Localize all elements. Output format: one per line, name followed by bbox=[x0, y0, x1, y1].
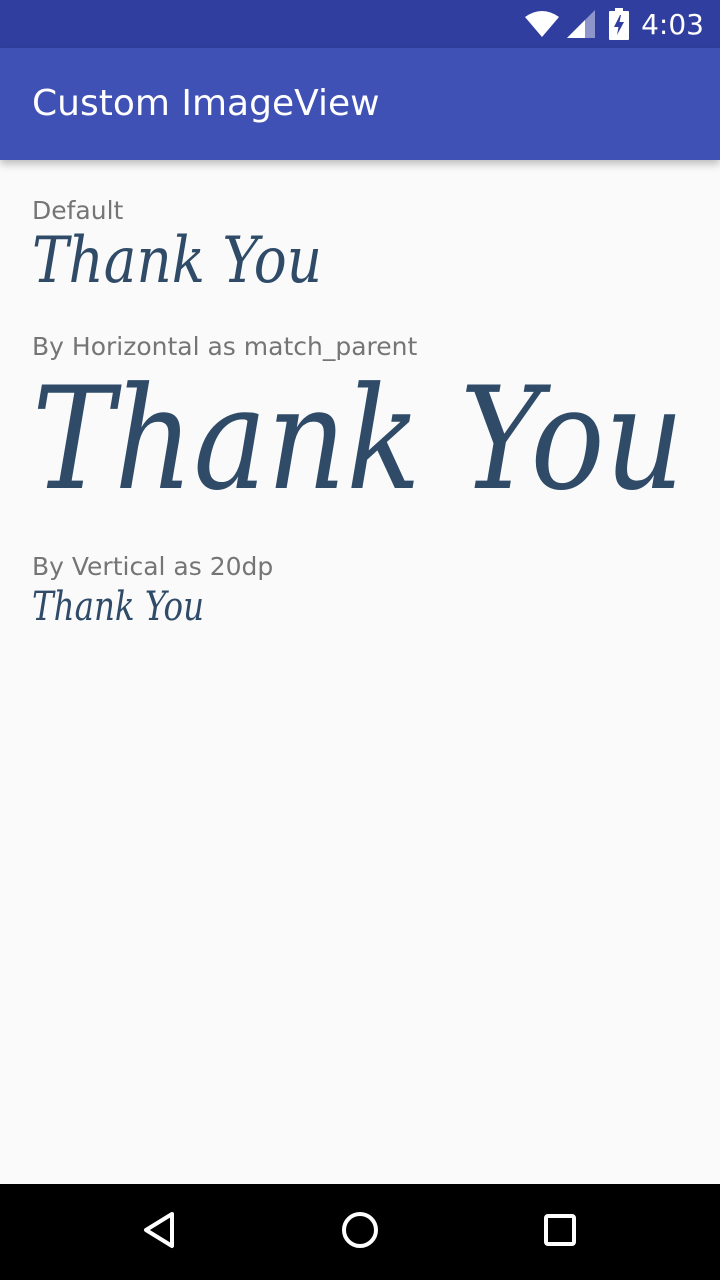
section-label-default: Default bbox=[32, 196, 124, 225]
status-icons: 4:03 bbox=[525, 0, 704, 48]
thank-you-image-horizontal: Thank You bbox=[32, 360, 684, 520]
app-title: Custom ImageView bbox=[32, 83, 380, 124]
recents-button[interactable] bbox=[536, 1208, 584, 1256]
navigation-bar bbox=[0, 1184, 720, 1280]
thank-you-image-vertical: Thank You bbox=[32, 584, 204, 630]
home-button[interactable] bbox=[336, 1208, 384, 1256]
thank-you-image-default: Thank You bbox=[32, 226, 322, 298]
svg-text:Thank You: Thank You bbox=[32, 226, 322, 298]
cellular-signal-icon bbox=[567, 10, 596, 38]
battery-charging-icon bbox=[609, 8, 630, 40]
section-label-horizontal: By Horizontal as match_parent bbox=[32, 332, 418, 361]
status-bar: 4:03 bbox=[0, 0, 720, 48]
app-bar: Custom ImageView bbox=[0, 48, 720, 160]
status-time: 4:03 bbox=[641, 7, 704, 41]
svg-text:Thank You: Thank You bbox=[32, 360, 684, 520]
svg-text:Thank You: Thank You bbox=[32, 584, 204, 630]
back-button[interactable] bbox=[136, 1208, 184, 1256]
home-icon bbox=[340, 1210, 380, 1254]
wifi-icon bbox=[525, 11, 560, 37]
back-icon bbox=[140, 1210, 180, 1254]
section-label-vertical: By Vertical as 20dp bbox=[32, 552, 274, 581]
recents-icon bbox=[540, 1210, 580, 1254]
